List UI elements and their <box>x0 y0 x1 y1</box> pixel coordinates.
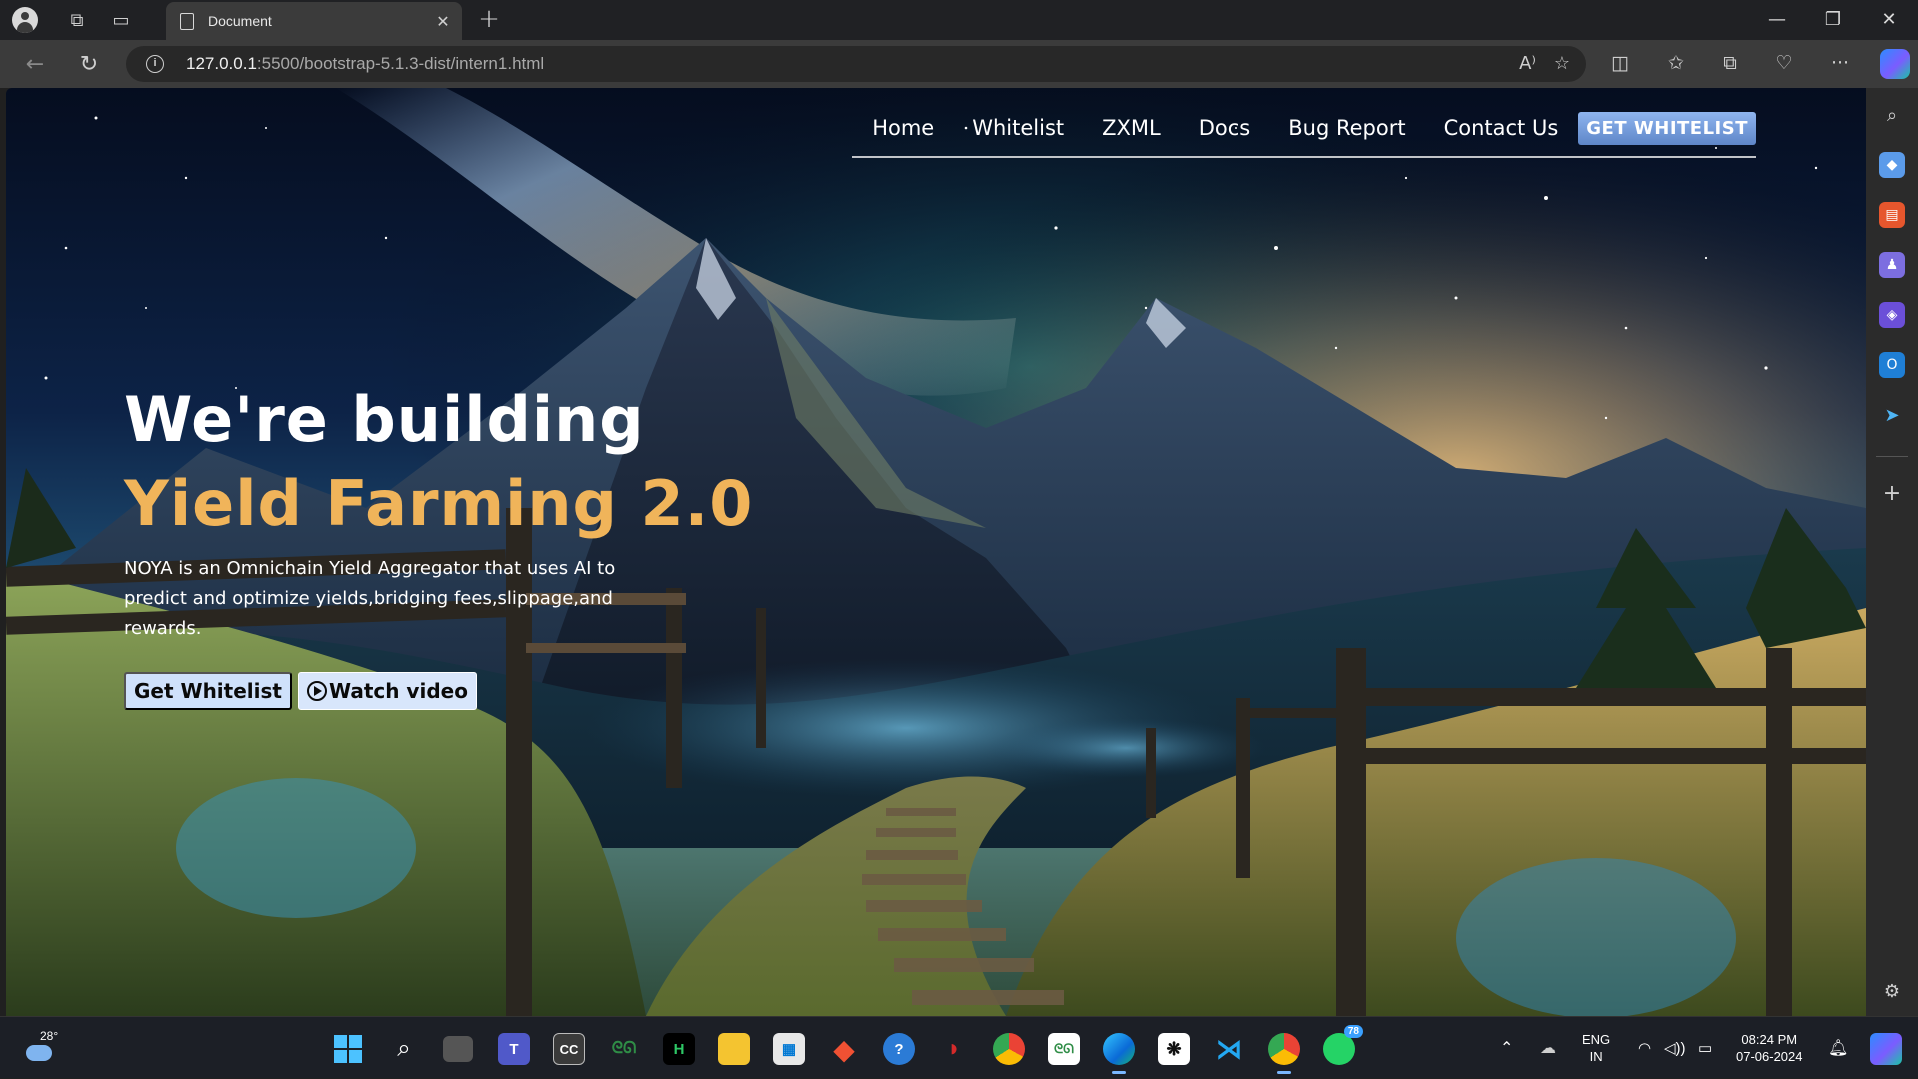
chrome-profile-icon[interactable] <box>1268 1033 1300 1074</box>
document-icon <box>180 12 194 30</box>
whatsapp-notification-badge: 78 <box>1343 1025 1363 1038</box>
add-icon[interactable]: + <box>1879 480 1905 506</box>
edge-sidebar: ⌕ ◆ ▤ ♟ ◈ O ➤ + ⚙ <box>1866 88 1918 1016</box>
restore-button[interactable]: ❐ <box>1810 4 1856 36</box>
workspaces-icon[interactable]: ⧉ <box>62 6 92 34</box>
copilot-icon[interactable] <box>1880 49 1910 79</box>
geeksforgeeks-icon[interactable]: ᘓᘏ <box>608 1033 640 1065</box>
region-code: IN <box>1589 1049 1603 1064</box>
tray-overflow-icon[interactable]: ⌃ <box>1500 1017 1513 1079</box>
reload-icon[interactable]: ↻ <box>72 48 106 80</box>
battery-icon[interactable]: ▭ <box>1698 1017 1712 1079</box>
favorites-icon[interactable]: ✩ <box>1662 52 1690 74</box>
navbar-divider <box>852 156 1756 158</box>
close-window-button[interactable]: ✕ <box>1866 4 1912 36</box>
browser-essentials-icon[interactable]: ♡ <box>1770 52 1798 74</box>
url-host: 127.0.0.1 <box>186 54 257 73</box>
back-icon[interactable]: ← <box>18 48 52 80</box>
whatsapp-icon[interactable]: 78 <box>1323 1025 1363 1065</box>
weather-cloud-icon <box>26 1045 52 1061</box>
hero-title-line2: Yield Farming 2.0 <box>124 467 754 540</box>
browser-tab[interactable]: Document ✕ <box>166 2 462 40</box>
hero-description: NOYA is an Omnichain Yield Aggregator th… <box>124 558 616 639</box>
weather-temperature: 28° <box>40 1029 59 1043</box>
onedrive-icon[interactable]: ☁ <box>1540 1017 1556 1079</box>
search-icon[interactable]: ⌕ <box>1879 102 1905 128</box>
collections-icon[interactable]: ⧉ <box>1716 52 1744 74</box>
microsoft-store-icon[interactable]: ▦ <box>773 1033 805 1065</box>
address-bar[interactable]: i 127.0.0.1:5500/bootstrap-5.1.3-dist/in… <box>126 46 1586 82</box>
minimize-button[interactable]: — <box>1754 4 1800 36</box>
teams-icon[interactable]: T <box>498 1033 530 1065</box>
git-icon[interactable]: ◆ <box>828 1033 860 1065</box>
cc-app-icon[interactable]: CC <box>553 1033 585 1065</box>
profile-icon[interactable] <box>10 6 40 34</box>
nav-link-home[interactable]: Home <box>872 116 934 140</box>
address-row: ← ↻ i 127.0.0.1:5500/bootstrap-5.1.3-dis… <box>0 40 1918 88</box>
notification-bell-icon[interactable]: 🔔︎ <box>1828 1017 1848 1079</box>
task-view-icon[interactable] <box>443 1036 473 1062</box>
nav-link-docs[interactable]: Docs <box>1199 116 1251 140</box>
favorite-star-icon[interactable]: ☆ <box>1554 53 1570 74</box>
url-path: :5500/bootstrap-5.1.3-dist/intern1.html <box>256 54 545 73</box>
read-aloud-icon[interactable]: A⁾ <box>1519 53 1536 74</box>
windows-taskbar: 28° ⌕ T CC ᘓᘏ H ▦ ◆ ? ◗ ᘓᘏ ❋ ⋊ 78 ⌃ ☁ EN… <box>0 1016 1918 1078</box>
volume-icon[interactable]: ◁)) <box>1664 1017 1686 1079</box>
sidebar-divider <box>1876 456 1908 457</box>
new-tab-button[interactable]: + <box>474 4 504 34</box>
clock-date: 07-06-2024 <box>1736 1049 1803 1064</box>
start-windows-icon[interactable] <box>332 1033 364 1065</box>
more-menu-icon[interactable]: ··· <box>1826 52 1854 74</box>
wifi-icon[interactable]: ◠ <box>1638 1017 1651 1079</box>
settings-gear-icon[interactable]: ⚙ <box>1879 978 1905 1004</box>
vscode-icon[interactable]: ⋊ <box>1213 1033 1245 1065</box>
outlook-icon[interactable]: O <box>1879 352 1905 378</box>
taskbar-search-icon[interactable]: ⌕ <box>388 1033 420 1065</box>
play-circle-icon <box>306 681 327 701</box>
shopping-tag-icon[interactable]: ◆ <box>1879 152 1905 178</box>
copilot-designer-icon[interactable]: ◈ <box>1879 302 1905 328</box>
chatgpt-icon[interactable]: ❋ <box>1158 1033 1190 1065</box>
nav-link-bug-report[interactable]: Bug Report <box>1288 116 1405 140</box>
site-info-icon[interactable]: i <box>146 55 164 73</box>
browser-titlebar: ⧉ ▭ Document ✕ + — ❐ ✕ <box>0 0 1918 40</box>
tools-icon[interactable]: ▤ <box>1879 202 1905 228</box>
page-viewport: Home Whitelist ZXML Docs Bug Report Cont… <box>6 88 1866 1016</box>
language-code: ENG <box>1582 1032 1611 1047</box>
gfg-app-icon[interactable]: ᘓᘏ <box>1048 1033 1080 1065</box>
nav-link-whitelist[interactable]: Whitelist <box>972 116 1064 140</box>
hero-actions: Get Whitelist Watch video <box>124 672 824 710</box>
language-indicator[interactable]: ENG IN <box>1582 1017 1610 1079</box>
hero-section: We're building Yield Farming 2.0 NOYA is… <box>124 378 824 710</box>
clock[interactable]: 08:24 PM 07-06-2024 <box>1736 1017 1803 1079</box>
hackerrank-icon[interactable]: H <box>663 1033 695 1065</box>
tab-actions-icon[interactable]: ▭ <box>106 6 136 34</box>
file-explorer-icon[interactable] <box>718 1033 750 1065</box>
watch-video-button[interactable]: Watch video <box>297 672 477 710</box>
nav-link-zxml[interactable]: ZXML <box>1102 116 1161 140</box>
edge-icon[interactable] <box>1103 1033 1135 1074</box>
watch-video-label: Watch video <box>328 679 468 703</box>
tab-close-icon[interactable]: ✕ <box>430 12 456 31</box>
hero-title-line1: We're building <box>124 383 645 456</box>
get-whitelist-button[interactable]: Get Whitelist <box>124 672 292 710</box>
weather-widget[interactable]: 28° <box>22 1029 62 1069</box>
bug-app-icon[interactable]: ? <box>883 1033 915 1065</box>
get-whitelist-nav-button[interactable]: GET WHITELIST <box>1578 111 1756 145</box>
clock-time: 08:24 PM <box>1741 1032 1798 1047</box>
send-icon[interactable]: ➤ <box>1879 402 1905 428</box>
url-text[interactable]: 127.0.0.1:5500/bootstrap-5.1.3-dist/inte… <box>186 54 544 74</box>
games-icon[interactable]: ♟ <box>1879 252 1905 278</box>
split-screen-icon[interactable]: ◫ <box>1606 52 1634 74</box>
site-navbar: Home Whitelist ZXML Docs Bug Report Cont… <box>846 106 1756 160</box>
tab-title: Document <box>208 13 272 29</box>
copilot-taskbar-icon[interactable] <box>1870 1033 1902 1065</box>
mcafee-icon[interactable]: ◗ <box>938 1033 970 1065</box>
nav-link-contact-us[interactable]: Contact Us <box>1444 116 1559 140</box>
chrome-icon[interactable] <box>993 1033 1025 1065</box>
